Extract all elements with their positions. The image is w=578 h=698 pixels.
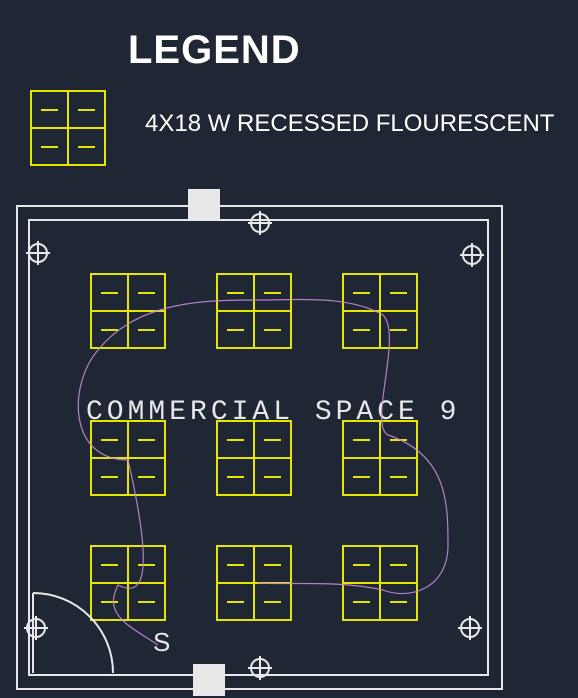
lamp-cell [380, 458, 417, 495]
lamp-cell [217, 274, 254, 311]
lamp-cell [254, 311, 291, 348]
lamp-cell [91, 311, 128, 348]
fixture-icon [342, 273, 418, 349]
lamp-cell [128, 458, 165, 495]
fixture-row [90, 545, 418, 621]
lamp-cell [91, 421, 128, 458]
fixture-row [90, 273, 418, 349]
switch-label: S [153, 627, 170, 658]
lamp-cell [128, 421, 165, 458]
lamp-cell [343, 274, 380, 311]
fixture-icon [90, 420, 166, 496]
column-marker [250, 658, 270, 678]
lamp-cell [343, 458, 380, 495]
fixture-icon [342, 545, 418, 621]
lamp-cell [254, 546, 291, 583]
fixture-icon [342, 420, 418, 496]
fixture-icon [216, 545, 292, 621]
lamp-cell [217, 311, 254, 348]
fixture-row [90, 420, 418, 496]
column-marker [462, 245, 482, 265]
lamp-cell [91, 458, 128, 495]
lamp-cell [128, 274, 165, 311]
column-marker [250, 213, 270, 233]
lamp-cell [380, 421, 417, 458]
lamp-cell [217, 546, 254, 583]
lamp-cell [68, 91, 105, 128]
lamp-cell [128, 311, 165, 348]
lamp-cell [254, 274, 291, 311]
lamp-cell [254, 458, 291, 495]
legend-title: LEGEND [128, 28, 301, 73]
column-marker [460, 618, 480, 638]
lamp-cell [343, 546, 380, 583]
fixture-icon [30, 90, 106, 166]
lamp-cell [31, 128, 68, 165]
lamp-cell [254, 421, 291, 458]
wall-opening-bottom [193, 664, 225, 696]
lamp-cell [343, 311, 380, 348]
lamp-cell [217, 583, 254, 620]
lamp-cell [217, 458, 254, 495]
wall-opening-top [188, 189, 220, 221]
door-swing-icon [18, 558, 138, 678]
fixture-icon [216, 420, 292, 496]
lamp-cell [380, 546, 417, 583]
lamp-cell [217, 421, 254, 458]
column-marker [28, 243, 48, 263]
lamp-cell [254, 583, 291, 620]
cad-lighting-plan: LEGEND 4X18 W RECESSED FLOURESCENT COMME… [0, 0, 578, 698]
legend-item-label: 4X18 W RECESSED FLOURESCENT [145, 110, 554, 138]
fixture-icon [216, 273, 292, 349]
lamp-cell [380, 274, 417, 311]
fixture-icon [90, 273, 166, 349]
floor-plan: COMMERCIAL SPACE 9 [8, 195, 503, 690]
lamp-cell [380, 583, 417, 620]
lamp-cell [380, 311, 417, 348]
lamp-cell [31, 91, 68, 128]
lamp-cell [68, 128, 105, 165]
lamp-cell [343, 421, 380, 458]
lamp-cell [91, 274, 128, 311]
lamp-cell [343, 583, 380, 620]
